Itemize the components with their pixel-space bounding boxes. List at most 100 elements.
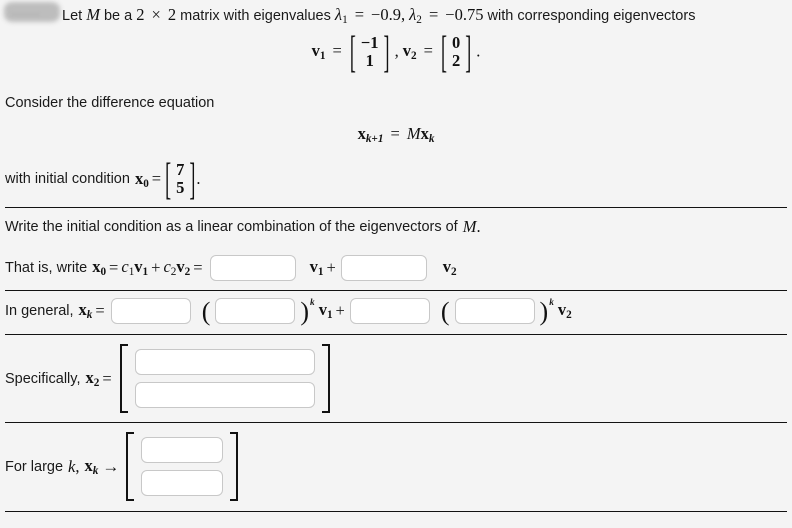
general-formula-row: In general, xk = ( ) k v1 + ( ) k v2 [5,297,572,326]
v1-left-bracket: [ [349,27,356,77]
equals-lambda2: = [428,5,439,24]
limit-value-matrix [126,432,239,501]
statement-tail-text: with corresponding eigenvectors [487,8,696,24]
v2-equals: = [423,41,433,61]
lv-right-bracket [229,432,239,501]
gf-exponent-2: k [549,298,554,308]
redaction-ghost-text: ........ [12,7,41,15]
general-base-1-input[interactable] [215,298,296,324]
sv-x2-symbol: x2 [85,367,100,390]
lc-input2-v2-label: v2 [442,257,457,279]
v1-components: −1 1 [357,33,383,71]
limit-value-row1-input[interactable] [141,437,224,463]
v1-equals: = [332,41,342,61]
equals-lambda1: = [354,5,365,24]
gf-plus: + [335,301,345,320]
v1-vector: [ −1 1 ] [349,30,391,74]
lc-v2-symbol: v2 [176,257,191,279]
x0-period: . [196,169,201,189]
sv-inputs-column [129,344,321,413]
statement-mid-text-2: matrix with eigenvalues [180,8,331,24]
general-coefficient-1-input[interactable] [110,298,191,324]
x0-right-bracket: ] [189,154,196,204]
lambda2-value: −0.75 [445,5,484,24]
x0-vector: [ 7 5 ] [164,157,196,201]
lc-c2-symbol: c2 [163,257,177,279]
linear-combination-instruction: Write the initial condition as a linear … [5,217,481,237]
in-general-text: In general, [5,303,74,319]
divider-3 [5,334,787,335]
coefficient-c2-input[interactable] [340,255,427,281]
lc-input1-plus: + [326,258,336,277]
statement-comma: , [400,5,406,24]
v2-label: v2 [402,41,417,63]
x0-symbol: x0 [134,168,149,191]
instruction-period: . [476,217,481,236]
diffeq-rhs: xk [420,124,435,146]
general-coefficient-2-input[interactable] [349,298,430,324]
divider-1 [5,207,787,208]
that-is-write-text: That is, write [5,260,88,276]
lc-equals-2: = [193,258,203,277]
for-large-k-text: For large [5,458,64,475]
x0-left-bracket: [ [165,154,172,204]
sv-right-bracket [321,344,330,413]
gf-xk-symbol: xk [78,300,93,322]
gf-v2-symbol: v2 [557,300,572,322]
lc-plus: + [151,258,161,277]
limit-value-row: For large k, xk → [5,432,239,501]
difference-equation-display: xk+1 = Mxk [0,124,792,145]
divider-4 [5,422,787,423]
diffeq-matrix-M: M [406,124,421,143]
initial-condition-prefix: with initial condition [5,171,130,188]
x0-component-0: 7 [176,160,185,179]
lv-left-bracket [126,432,135,501]
eigenvector-separator: , [394,41,399,61]
lc-v1-symbol: v1 [134,257,149,279]
dimension-rows: 2 [136,5,145,24]
v2-component-1: 2 [451,51,461,71]
exercise-page: ........ Let M be a 2 × 2 matrix with ei… [0,0,792,528]
lambda1-value: −0.9 [371,5,401,24]
specific-value-row: Specifically, x2 = [5,344,330,413]
diffeq-equals: = [390,124,400,143]
lv-xk-symbol: xk [84,455,99,478]
matrix-symbol-M: M [86,5,100,24]
divider-2 [5,290,787,291]
specific-value-matrix [119,344,330,413]
lv-arrow: → [102,456,120,476]
lv-k-symbol: k [68,456,76,476]
specific-value-row2-input[interactable] [134,382,315,408]
v2-left-bracket: [ [440,27,447,77]
statement-lead-text: Let [62,8,83,24]
gf-exponent-1: k [310,298,315,308]
v1-component-1: 1 [365,51,374,71]
difference-equation-intro: Consider the difference equation [5,95,215,111]
linear-combination-row: That is, write x0 = c1 v1 + c2 v2 = v1 + v2 [5,255,457,281]
specifically-text: Specifically, [5,370,81,387]
v1-component-0: −1 [360,33,379,52]
statement-mid-text-1: be a [103,8,133,24]
linear-combination-instruction-text: Write the initial condition as a linear … [5,219,458,235]
divider-5 [5,511,787,512]
v1-label: v1 [311,41,326,63]
v1-right-bracket: ] [383,27,390,77]
general-base-2-input[interactable] [454,298,535,324]
x0-equals: = [151,169,162,189]
lc-equals-1: = [109,258,119,277]
limit-value-row2-input[interactable] [141,470,224,496]
x0-component-1: 5 [176,178,185,198]
lc-input1-v1-label: v1 [309,257,324,279]
sv-equals: = [102,368,112,388]
gf-v1-symbol: v1 [318,300,333,322]
lc-x0-symbol: x0 [92,257,107,279]
x0-components: 7 5 [172,160,188,198]
eigenvector-period: . [476,41,481,61]
problem-statement-line: Let M be a 2 × 2 matrix with eigenvalues… [62,5,695,26]
v2-component-0: 0 [451,33,461,52]
dimension-cols: 2 [167,5,177,24]
sv-left-bracket [119,344,129,413]
specific-value-row1-input[interactable] [134,349,315,375]
coefficient-c1-input[interactable] [209,255,296,281]
lv-comma: , [75,456,80,476]
